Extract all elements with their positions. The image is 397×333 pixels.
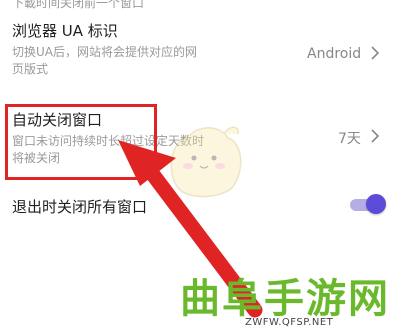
watermark-url: ZWFW.QFSP.NET (245, 317, 334, 328)
watermark-brand: 曲阜手游网 (180, 275, 390, 322)
